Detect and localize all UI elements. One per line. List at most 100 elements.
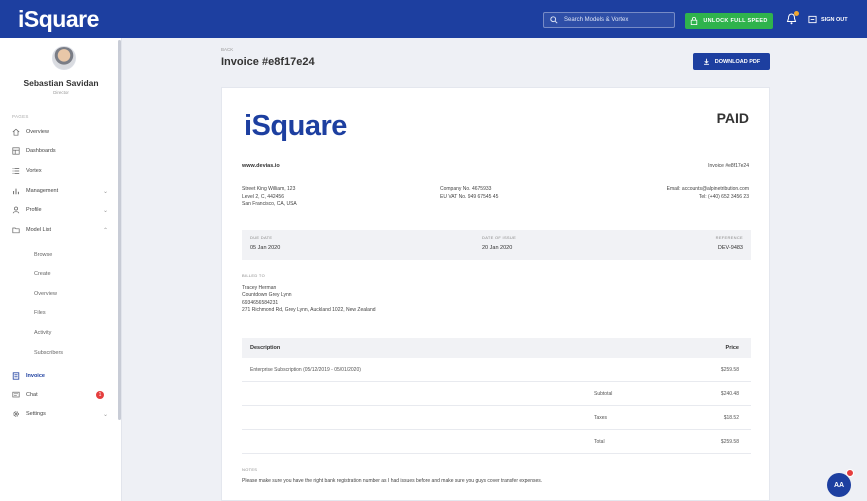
invoice-notes: NOTES Please make sure you have the righ…: [242, 466, 542, 485]
download-icon: [703, 58, 709, 65]
folder-icon: [12, 227, 20, 234]
item-description: Enterprise Subscription (05/12/2019 - 05…: [250, 367, 361, 373]
search-icon: [550, 16, 558, 24]
user-icon: [12, 206, 20, 214]
back-link[interactable]: BACK: [221, 47, 233, 52]
sign-out-icon: [808, 15, 817, 24]
invoice-dates: DUE DATE 05 Jan 2020 DATE OF ISSUE 20 Ja…: [242, 230, 751, 260]
company-website: www.devias.io: [242, 163, 280, 169]
contact-email: Email: accounts@alpinetribution.com: [666, 186, 749, 192]
sidebar-item-profile[interactable]: Profile ⌄: [12, 203, 112, 217]
sidebar-scrollbar[interactable]: [118, 40, 121, 420]
sidebar-item-vortex[interactable]: Vortex: [12, 164, 112, 178]
fab-notification-dot: [846, 469, 854, 477]
table-header: Description Price: [242, 338, 751, 358]
address-line: Level 2, C, 442456: [242, 193, 284, 200]
subitem-browse[interactable]: Browse: [34, 252, 52, 258]
gear-icon: [13, 411, 19, 417]
subitem-subscribers[interactable]: Subscribers: [34, 350, 63, 356]
subtotal-label: Subtotal: [594, 391, 613, 397]
sidebar-item-dashboards[interactable]: Dashboards: [12, 144, 112, 158]
sidebar-item-label: Invoice: [26, 373, 45, 379]
reference: REFERENCE DEV-9483: [716, 235, 743, 251]
reference-value: DEV-9483: [717, 245, 743, 251]
download-label: DOWNLOAD PDF: [714, 58, 761, 65]
unlock-label: UNLOCK FULL SPEED: [703, 18, 768, 24]
company-address: Street King William, 123 Level 2, C, 442…: [242, 186, 297, 209]
chevron-down-icon: ⌄: [102, 411, 108, 418]
total-label: Total: [594, 439, 605, 445]
company-number: Company No. 4675933: [440, 186, 492, 192]
unlock-full-speed-button[interactable]: UNLOCK FULL SPEED: [685, 13, 773, 29]
subitem-files[interactable]: Files: [34, 310, 46, 316]
billed-to-label: BILLED TO: [242, 273, 266, 278]
user-role: Director: [53, 90, 69, 95]
sidebar: Sebastian Savidan Director PAGES Overvie…: [0, 38, 122, 501]
sidebar-item-model-list[interactable]: Model List ⌃: [12, 223, 112, 237]
column-price: Price: [725, 345, 739, 351]
subitem-create[interactable]: Create: [34, 271, 51, 277]
invoice-card: iSquare PAID www.devias.io Invoice #e8f1…: [221, 87, 770, 501]
sidebar-item-label: Chat: [26, 392, 38, 398]
invoice-number: Invoice #e8f17e24: [708, 163, 749, 169]
sign-out-button[interactable]: SIGN OUT: [808, 15, 848, 24]
issue-date: DATE OF ISSUE 20 Jan 2020: [482, 235, 516, 251]
reference-label: REFERENCE: [715, 235, 743, 240]
vat-number: EU VAT No. 949 67545 45: [440, 193, 499, 200]
company-contact: Email: accounts@alpinetribution.com Tel:…: [667, 186, 749, 201]
item-price: $259.58: [720, 367, 739, 373]
sidebar-item-management[interactable]: Management ⌄: [12, 184, 112, 198]
contact-phone: Tel: (+40) 652 3456 23: [698, 193, 749, 200]
sidebar-item-settings[interactable]: Settings ⌄: [12, 407, 112, 421]
sidebar-item-label: Profile: [26, 207, 42, 213]
list-icon: [12, 168, 20, 174]
sidebar-item-label: Overview: [26, 129, 49, 135]
chat-badge: 1: [96, 391, 104, 399]
sign-out-label: SIGN OUT: [821, 16, 848, 23]
lock-icon: [691, 17, 698, 25]
download-pdf-button[interactable]: DOWNLOAD PDF: [693, 53, 770, 70]
search-placeholder: Search Models & Vortex: [564, 17, 629, 23]
sidebar-item-overview[interactable]: Overview: [12, 125, 112, 139]
address-line: San Francisco, CA, USA: [242, 201, 297, 207]
sidebar-item-invoice[interactable]: Invoice: [12, 369, 112, 383]
billed-to: BILLED TO Tracey Herman Countdown Grey L…: [242, 272, 376, 315]
chevron-down-icon: ⌄: [102, 188, 108, 195]
sidebar-item-label: Dashboards: [26, 148, 56, 154]
subtotal-value: $240.48: [720, 391, 739, 397]
column-description: Description: [250, 345, 281, 351]
taxes-value: $18.52: [723, 415, 739, 421]
app-logo[interactable]: iSquare: [18, 6, 99, 33]
sidebar-item-label: Model List: [26, 227, 52, 233]
billed-line: 271 Richmond Rd, Grey Lynn, Auckland 102…: [242, 307, 376, 313]
due-date-value: 05 Jan 2020: [250, 245, 281, 251]
notes-text: Please make sure you have the right bank…: [242, 477, 543, 484]
total-value: $259.58: [720, 439, 739, 445]
chat-icon: [12, 391, 20, 398]
page-title: Invoice #e8f17e24: [221, 56, 315, 68]
billed-line: Tracey Herman: [242, 284, 277, 291]
chevron-up-icon: ⌃: [102, 227, 108, 234]
due-date-label: DUE DATE: [250, 235, 273, 240]
section-label: PAGES: [12, 114, 29, 119]
company-registration: Company No. 4675933 EU VAT No. 949 67545…: [440, 186, 498, 201]
due-date: DUE DATE 05 Jan 2020: [250, 235, 280, 251]
billed-line: 6934656584231: [242, 299, 279, 306]
chart-icon: [13, 188, 19, 195]
notification-dot: [794, 11, 799, 16]
subitem-activity[interactable]: Activity: [34, 330, 51, 336]
issue-date-label: DATE OF ISSUE: [482, 235, 517, 240]
sidebar-item-label: Vortex: [26, 168, 42, 174]
taxes-row: Taxes $18.52: [242, 406, 751, 430]
user-name: Sebastian Savidan: [23, 78, 99, 88]
invoice-logo: iSquare: [244, 110, 347, 142]
search-input[interactable]: Search Models & Vortex: [543, 12, 675, 28]
status-badge: PAID: [716, 110, 749, 126]
subitem-overview[interactable]: Overview: [34, 291, 57, 297]
invoice-icon: [12, 372, 20, 380]
avatar[interactable]: [52, 46, 76, 70]
taxes-label: Taxes: [594, 415, 608, 421]
issue-date-value: 20 Jan 2020: [482, 245, 513, 251]
total-row: Total $259.58: [242, 430, 751, 454]
sidebar-item-label: Settings: [26, 411, 46, 417]
